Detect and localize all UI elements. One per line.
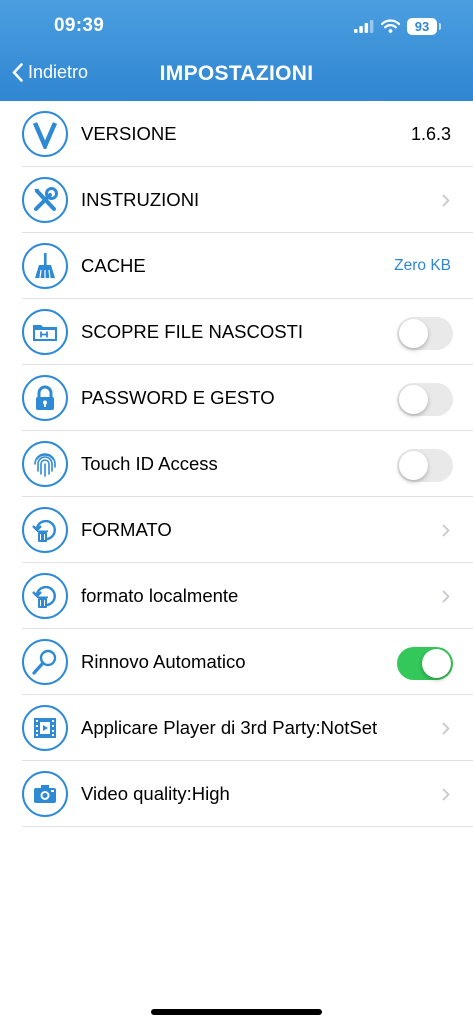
settings-row-format-local[interactable]: formato localmente [0,563,473,629]
row-label: INSTRUZIONI [81,189,200,210]
page-title: IMPOSTAZIONI [159,62,314,85]
toggle-knob [399,451,428,480]
password-toggle[interactable] [397,383,453,416]
settings-row-instructions[interactable]: INSTRUZIONI [0,167,473,233]
status-time: 09:39 [54,15,105,36]
chevron-right-icon [442,722,450,735]
lock-icon [22,375,68,421]
row-label: FORMATO [81,519,172,540]
cellular-signal-icon [354,19,374,33]
chevron-right-icon [442,788,450,801]
version-value: 1.6.3 [410,124,451,144]
version-v-icon [22,111,68,157]
status-icons: 93 [354,15,441,37]
toggle-knob [422,649,451,678]
row-label: VERSIONE [81,123,177,144]
camera-icon [22,771,68,817]
settings-row-touch-id: Touch ID Access [0,431,473,497]
row-label: formato localmente [81,585,239,606]
settings-row-hidden-files: SCOPRE FILE NASCOSTI [0,299,473,365]
format-trash-icon [22,507,68,553]
settings-row-auto-renew: Rinnovo Automatico [0,629,473,695]
tools-icon [22,177,68,223]
row-label: SCOPRE FILE NASCOSTI [81,321,304,342]
chevron-right-icon [442,194,450,207]
settings-row-video-quality[interactable]: Video quality:High [0,761,473,827]
toggle-knob [399,385,428,414]
chevron-right-icon [442,590,450,603]
settings-row-password: PASSWORD E GESTO [0,365,473,431]
magnifier-icon [22,639,68,685]
toggle-knob [399,319,428,348]
format-local-icon [22,573,68,619]
broom-icon [22,243,68,289]
navigation-header: 09:39 93 Indietro IMPOSTAZIONI [0,0,473,101]
hidden-files-toggle[interactable] [397,317,453,350]
wifi-icon [381,19,400,33]
row-label: Applicare Player di 3rd Party:NotSet [81,717,378,738]
home-indicator [151,1009,322,1015]
row-label: Video quality:High [81,783,230,804]
fingerprint-icon [22,441,68,487]
settings-row-format[interactable]: FORMATO [0,497,473,563]
row-label: Touch ID Access [81,453,218,474]
hidden-folder-icon [22,309,68,355]
cache-size-value: Zero KB [394,257,451,274]
battery-icon: 93 [407,17,441,35]
film-player-icon [22,705,68,751]
settings-row-version[interactable]: VERSIONE 1.6.3 [0,101,473,167]
settings-row-third-party-player[interactable]: Applicare Player di 3rd Party:NotSet [0,695,473,761]
row-label: CACHE [81,255,146,276]
settings-list: VERSIONE 1.6.3 INSTRUZIONI CACHE Zero KB [0,101,473,827]
row-label: Rinnovo Automatico [81,651,246,672]
chevron-right-icon [442,524,450,537]
auto-renew-toggle[interactable] [397,647,453,680]
row-label: PASSWORD E GESTO [81,387,275,408]
touch-id-toggle[interactable] [397,449,453,482]
settings-row-cache[interactable]: CACHE Zero KB [0,233,473,299]
